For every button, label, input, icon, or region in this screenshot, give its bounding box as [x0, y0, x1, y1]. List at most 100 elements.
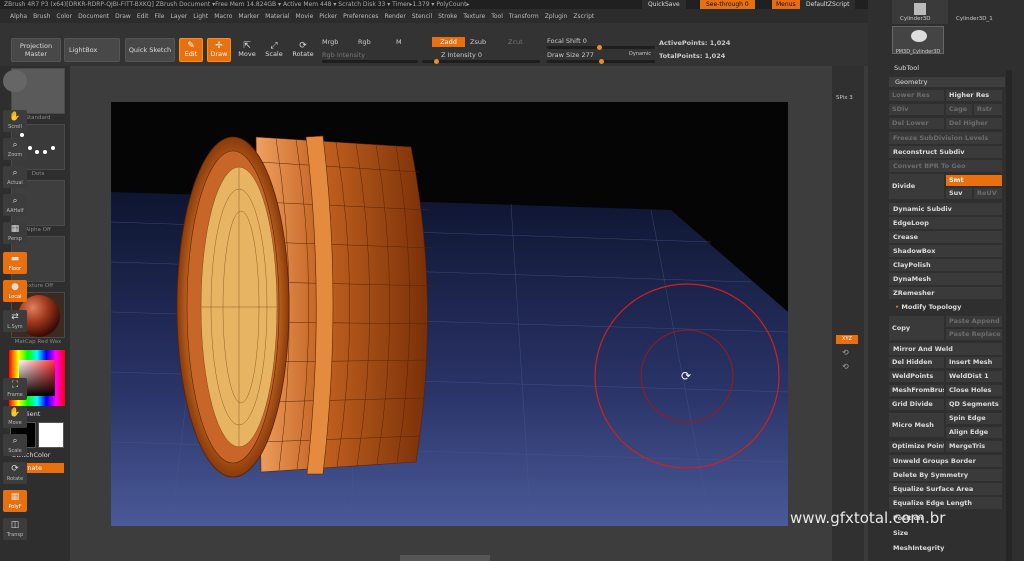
rgb-intensity-slider[interactable] [322, 60, 418, 63]
rgb-button[interactable]: Rgb [358, 38, 371, 46]
dynamic-subdiv-button[interactable]: Dynamic Subdiv [889, 203, 1002, 215]
unweld-groups-button[interactable]: Unweld Groups Border [889, 455, 1002, 467]
menu-layer[interactable]: Layer [171, 13, 188, 20]
menu-material[interactable]: Material [265, 13, 289, 20]
del-higher-button[interactable]: Del Higher [946, 118, 1002, 129]
frame-button[interactable]: ⛶ Frame [3, 378, 27, 400]
see-through-slider[interactable]: See-through 0 [700, 0, 755, 9]
zcut-button[interactable]: Zcut [508, 38, 523, 46]
polyf-button[interactable]: ▦ PolyF [3, 490, 27, 512]
reuv-toggle[interactable]: ReUV [974, 188, 1002, 199]
z-intensity-slider[interactable] [422, 59, 540, 64]
higher-res-button[interactable]: Higher Res [946, 90, 1002, 101]
menu-stencil[interactable]: Stencil [412, 13, 432, 20]
del-hidden-button[interactable]: Del Hidden [889, 357, 944, 368]
qd-segments-slider[interactable]: QD Segments [946, 399, 1002, 410]
align-edge-button[interactable]: Align Edge [946, 427, 1002, 438]
spin-edge-button[interactable]: Spin Edge [946, 413, 1002, 424]
menu-alpha[interactable]: Alpha [10, 13, 27, 20]
floor-button[interactable]: ▬ Floor [3, 252, 27, 274]
meshfrombrush-button[interactable]: MeshFromBrush [889, 385, 944, 396]
micro-mesh-button[interactable]: Micro Mesh [889, 413, 944, 437]
menu-file[interactable]: File [154, 13, 164, 20]
menu-macro[interactable]: Macro [214, 13, 232, 20]
scale-button[interactable]: ⤢ Scale [263, 38, 285, 62]
freeze-subdiv-button[interactable]: Freeze SubDivision Levels [889, 132, 1002, 144]
smt-toggle[interactable]: Smt [946, 175, 1002, 186]
size-section[interactable]: Size [889, 527, 1002, 539]
menu-picker[interactable]: Picker [319, 13, 337, 20]
close-holes-button[interactable]: Close Holes [946, 385, 1002, 396]
shadowbox-button[interactable]: ShadowBox [889, 245, 1002, 257]
rotate-y-icon[interactable]: ⟲ [842, 348, 849, 357]
menu-brush[interactable]: Brush [33, 13, 50, 20]
mirror-weld-button[interactable]: Mirror And Weld [889, 343, 1002, 355]
del-lower-button[interactable]: Del Lower [889, 118, 944, 129]
menu-marker[interactable]: Marker [238, 13, 259, 20]
transp-button[interactable]: ◫ Transp [3, 518, 27, 540]
paste-append-button[interactable]: Paste Append [946, 316, 1002, 327]
delete-symmetry-button[interactable]: Delete By Symmetry [889, 469, 1002, 481]
spix-label[interactable]: SPix 3 [836, 95, 853, 101]
tool-thumb-pm3d[interactable]: PM3D_Cylinder3D [892, 26, 944, 55]
quicksave-button[interactable]: QuickSave [642, 0, 686, 9]
scale-view-button[interactable]: ⌕ Scale [3, 434, 27, 456]
rotate-z-icon[interactable]: ⟲ [842, 362, 849, 371]
z-intensity-knob[interactable] [434, 59, 439, 64]
bpr-button[interactable] [3, 70, 27, 92]
lsym-button[interactable]: ⇄ L.Sym [3, 310, 27, 332]
suv-toggle[interactable]: Suv [946, 188, 972, 199]
focal-shift-slider[interactable] [547, 45, 655, 50]
zremesher-button[interactable]: ZRemesher [889, 287, 1002, 299]
convert-bpr-button[interactable]: Convert BPR To Geo [889, 160, 1002, 172]
local-button[interactable]: ● Local [3, 280, 27, 302]
modify-topology-header[interactable]: • Modify Topology [889, 302, 1005, 313]
palette-scrollbar[interactable] [1006, 70, 1012, 561]
insert-mesh-button[interactable]: Insert Mesh [946, 357, 1002, 368]
menu-color[interactable]: Color [56, 13, 72, 20]
move-view-button[interactable]: ✋ Move [3, 406, 27, 428]
menu-texture[interactable]: Texture [463, 13, 485, 20]
menu-render[interactable]: Render [384, 13, 405, 20]
move-button[interactable]: ⇱ Move [236, 38, 258, 62]
subtool-header[interactable]: SubTool [894, 64, 919, 72]
equalize-edge-button[interactable]: Equalize Edge Length [889, 497, 1002, 509]
scroll-button[interactable]: ✋ Scroll [3, 110, 27, 132]
menu-zplugin[interactable]: Zplugin [545, 13, 568, 20]
menu-transform[interactable]: Transform [509, 13, 539, 20]
optimize-points-button[interactable]: Optimize Points [889, 441, 944, 452]
lightbox-button[interactable]: LightBox [64, 38, 120, 62]
paste-replace-button[interactable]: Paste Replace [946, 329, 1002, 340]
zoom-button[interactable]: ⌕ Zoom [3, 138, 27, 160]
menu-movie[interactable]: Movie [296, 13, 314, 20]
xyz-button[interactable]: XYZ [836, 335, 858, 344]
edit-button[interactable]: ✎ Edit [179, 38, 203, 62]
projection-master-button[interactable]: Projection Master [11, 38, 61, 62]
mrgb-button[interactable]: Mrgb [322, 38, 338, 46]
3d-viewport[interactable]: ⟳ [111, 102, 788, 526]
lower-res-button[interactable]: Lower Res [889, 90, 944, 101]
draw-button[interactable]: ✢ Draw [207, 38, 231, 62]
divide-button[interactable]: Divide [889, 174, 944, 199]
aahalf-button[interactable]: ⌕ AAHalf [3, 194, 27, 216]
zsub-button[interactable]: Zsub [470, 38, 486, 46]
persp-button[interactable]: ▦ Persp [3, 222, 27, 244]
cage-button[interactable]: Cage [946, 104, 972, 115]
secondary-color-swatch[interactable] [38, 422, 64, 448]
reconstruct-subdiv-button[interactable]: Reconstruct Subdiv [889, 146, 1002, 158]
crease-button[interactable]: Crease [889, 231, 1002, 243]
menu-document[interactable]: Document [78, 13, 109, 20]
menu-stroke[interactable]: Stroke [438, 13, 457, 20]
menu-light[interactable]: Light [193, 13, 208, 20]
menu-zscript[interactable]: Zscript [573, 13, 594, 20]
menu-edit[interactable]: Edit [137, 13, 149, 20]
m-button[interactable]: M [396, 38, 402, 46]
welddist-slider[interactable]: WeldDist 1 [946, 371, 1002, 382]
sdiv-slider[interactable]: SDiv [889, 104, 944, 115]
grid-divide-button[interactable]: Grid Divide [889, 399, 944, 410]
equalize-area-button[interactable]: Equalize Surface Area [889, 483, 1002, 495]
mergetris-button[interactable]: MergeTris [946, 441, 1002, 452]
menu-draw[interactable]: Draw [115, 13, 131, 20]
menu-preferences[interactable]: Preferences [343, 13, 378, 20]
dynamic-button[interactable]: Dynamic [629, 51, 651, 57]
